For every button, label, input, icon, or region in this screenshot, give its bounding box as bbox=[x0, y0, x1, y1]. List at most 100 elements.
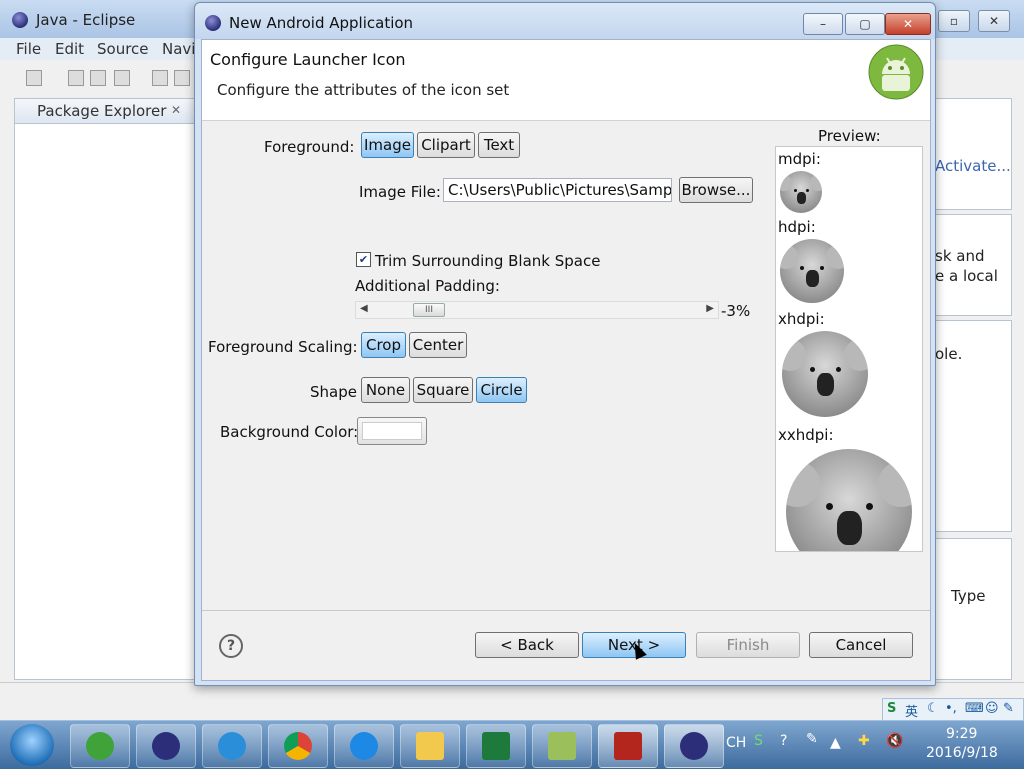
slider-right-arrow-icon[interactable]: ▶ bbox=[706, 303, 714, 314]
background-color-label: Background Color: bbox=[220, 423, 359, 441]
show-hidden-icons-icon[interactable]: ▲ bbox=[830, 735, 841, 751]
package-explorer-label: Package Explorer bbox=[37, 102, 167, 120]
help-tray-icon[interactable]: ? bbox=[780, 733, 787, 749]
background-color-button[interactable] bbox=[357, 417, 427, 445]
android-sdk-icon[interactable] bbox=[174, 70, 190, 86]
shape-none-button[interactable]: None bbox=[361, 377, 410, 403]
new-file-icon[interactable] bbox=[26, 70, 42, 86]
taskbar-chrome-icon[interactable] bbox=[268, 724, 328, 768]
trim-label: Trim Surrounding Blank Space bbox=[375, 252, 601, 270]
koala-icon-xxhdpi bbox=[786, 449, 912, 551]
page-subtitle: Configure the attributes of the icon set bbox=[217, 81, 510, 99]
console-text: ole. bbox=[935, 345, 963, 363]
task-text-1: sk and bbox=[935, 247, 985, 265]
slider-left-arrow-icon[interactable]: ◀ bbox=[360, 303, 368, 314]
task-panel: sk and e a local bbox=[934, 214, 1012, 316]
menu-file[interactable]: File bbox=[16, 40, 41, 58]
shape-circle-button[interactable]: Circle bbox=[476, 377, 527, 403]
taskbar-cloud-icon[interactable] bbox=[334, 724, 394, 768]
new-android-app-dialog: New Android Application – ▢ ✕ Configure … bbox=[194, 2, 936, 686]
foreground-clipart-button[interactable]: Clipart bbox=[417, 132, 475, 158]
wizard-header: Configure Launcher Icon Configure the at… bbox=[202, 40, 930, 121]
clock-time[interactable]: 9:29 bbox=[946, 726, 977, 742]
finish-button[interactable]: Finish bbox=[696, 632, 800, 658]
input-language[interactable]: CH bbox=[726, 735, 746, 751]
trim-checkbox[interactable]: ✔ bbox=[356, 252, 371, 267]
save-all-icon[interactable] bbox=[90, 70, 106, 86]
scaling-label: Foreground Scaling: bbox=[208, 338, 358, 356]
taskbar: CH S ? ✎ ▲ ✚ 🔇 9:29 2016/9/18 bbox=[0, 720, 1024, 769]
taskbar-ie-icon[interactable] bbox=[70, 724, 130, 768]
menu-source[interactable]: Source bbox=[97, 40, 149, 58]
foreground-image-button[interactable]: Image bbox=[361, 132, 414, 158]
taskbar-recorder-icon[interactable] bbox=[598, 724, 658, 768]
close-icon[interactable]: ✕ bbox=[171, 103, 181, 117]
taskbar-app-icon[interactable] bbox=[202, 724, 262, 768]
task-text-2: e a local bbox=[935, 267, 998, 285]
browse-button[interactable]: Browse... bbox=[679, 177, 753, 203]
android-logo-icon bbox=[868, 44, 924, 100]
menu-navigate[interactable]: Navi bbox=[162, 40, 195, 58]
back-button[interactable]: < Back bbox=[475, 632, 579, 658]
network-tray-icon[interactable]: ✚ bbox=[858, 733, 870, 749]
download-icon[interactable] bbox=[152, 70, 168, 86]
eclipse-title: Java - Eclipse bbox=[36, 11, 136, 29]
start-button-icon[interactable] bbox=[10, 724, 54, 766]
taskbar-map-icon[interactable] bbox=[532, 724, 592, 768]
close-icon[interactable]: ✕ bbox=[885, 13, 931, 35]
padding-value: -3% bbox=[721, 302, 751, 320]
help-icon[interactable]: ? bbox=[219, 634, 243, 658]
package-explorer-panel: Package Explorer ✕ bbox=[14, 98, 196, 680]
person-icon[interactable]: ☺ bbox=[985, 701, 999, 716]
activate-link[interactable]: Activate... bbox=[935, 157, 1011, 175]
footer-separator bbox=[202, 610, 930, 611]
minimize-icon[interactable]: – bbox=[803, 13, 843, 35]
image-file-input[interactable]: C:\Users\Public\Pictures\Sampl bbox=[443, 178, 672, 202]
padding-slider[interactable]: ◀ III ▶ bbox=[355, 301, 719, 319]
punctuation-icon[interactable]: •, bbox=[945, 701, 957, 716]
preview-hdpi-label: hdpi: bbox=[778, 218, 816, 236]
eclipse-restore-icon[interactable]: ▫ bbox=[938, 10, 970, 32]
taskbar-folder-icon[interactable] bbox=[400, 724, 460, 768]
maximize-icon[interactable]: ▢ bbox=[845, 13, 885, 35]
dialog-title-bar: New Android Application – ▢ ✕ bbox=[195, 3, 935, 39]
ime-language[interactable]: 英 bbox=[905, 701, 918, 720]
pen-tray-icon[interactable]: ✎ bbox=[806, 731, 818, 747]
right-panel-top: Activate... bbox=[934, 98, 1012, 210]
image-file-label: Image File: bbox=[359, 183, 441, 201]
scaling-crop-button[interactable]: Crop bbox=[361, 332, 406, 358]
eclipse-status-bar bbox=[0, 682, 1024, 711]
wrench-icon[interactable]: ✎ bbox=[1003, 701, 1014, 716]
slider-thumb[interactable]: III bbox=[413, 303, 445, 317]
keyboard-icon[interactable]: ⌨ bbox=[965, 701, 984, 716]
preview-xxhdpi-label: xxhdpi: bbox=[778, 426, 834, 444]
shape-square-button[interactable]: Square bbox=[413, 377, 473, 403]
menu-edit[interactable]: Edit bbox=[55, 40, 84, 58]
taskbar-eclipse-active-icon[interactable] bbox=[664, 724, 724, 768]
foreground-text-button[interactable]: Text bbox=[478, 132, 520, 158]
preview-xhdpi-label: xhdpi: bbox=[778, 310, 825, 328]
save-icon[interactable] bbox=[68, 70, 84, 86]
dialog-content: Configure Launcher Icon Configure the at… bbox=[201, 39, 931, 681]
sogou-icon[interactable]: S bbox=[887, 701, 896, 716]
taskbar-eclipse-icon[interactable] bbox=[136, 724, 196, 768]
moon-icon[interactable]: ☾ bbox=[927, 701, 939, 716]
cancel-button[interactable]: Cancel bbox=[809, 632, 913, 658]
sogou-tray-icon[interactable]: S bbox=[754, 733, 763, 749]
taskbar-excel-icon[interactable] bbox=[466, 724, 526, 768]
package-explorer-tab[interactable]: Package Explorer ✕ bbox=[15, 99, 195, 124]
print-icon[interactable] bbox=[114, 70, 130, 86]
koala-icon-mdpi bbox=[780, 171, 822, 213]
volume-muted-icon[interactable]: 🔇 bbox=[886, 733, 903, 749]
clock-date[interactable]: 2016/9/18 bbox=[926, 745, 998, 761]
shape-label: Shape bbox=[310, 383, 357, 401]
ime-toolbar: S 英 ☾ •, ⌨ ☺ ✎ bbox=[882, 698, 1024, 722]
page-title: Configure Launcher Icon bbox=[210, 50, 406, 69]
preview-mdpi-label: mdpi: bbox=[778, 150, 821, 168]
console-panel: ole. bbox=[934, 320, 1012, 532]
eclipse-close-icon[interactable]: ✕ bbox=[978, 10, 1010, 32]
scaling-center-button[interactable]: Center bbox=[409, 332, 467, 358]
koala-icon-xhdpi bbox=[782, 331, 868, 417]
outline-panel: Type bbox=[934, 538, 1012, 680]
dialog-title: New Android Application bbox=[229, 14, 414, 32]
